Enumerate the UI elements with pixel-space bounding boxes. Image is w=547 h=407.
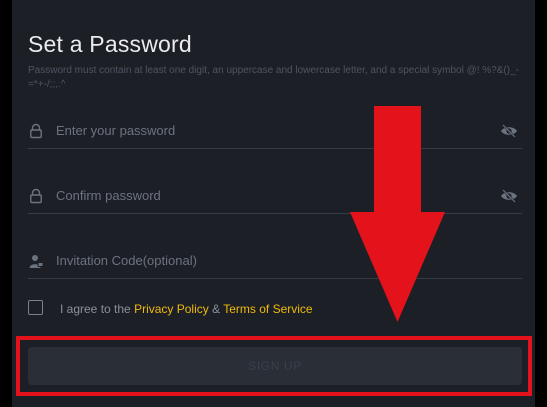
password-requirements-text: Password must contain at least one digit… xyxy=(28,65,519,90)
agree-prefix-text: I agree to the xyxy=(60,302,131,316)
confirm-password-field[interactable]: Confirm password xyxy=(28,179,522,214)
password-placeholder: Enter your password xyxy=(56,123,176,138)
ampersand-text: & xyxy=(212,302,221,316)
lock-icon xyxy=(30,123,42,139)
invitation-code-field[interactable]: Invitation Code(optional) xyxy=(28,244,522,279)
user-icon xyxy=(29,255,44,268)
confirm-password-placeholder: Confirm password xyxy=(56,188,161,203)
eye-off-icon[interactable] xyxy=(500,124,518,138)
privacy-policy-link[interactable]: Privacy Policy xyxy=(134,302,209,316)
password-field[interactable]: Enter your password xyxy=(28,114,522,149)
eye-off-icon[interactable] xyxy=(500,189,518,203)
lock-icon xyxy=(30,188,42,204)
sign-up-button[interactable]: SIGN UP xyxy=(28,347,522,385)
invitation-code-placeholder: Invitation Code(optional) xyxy=(56,253,197,268)
agree-checkbox[interactable] xyxy=(28,300,43,315)
page-title: Set a Password xyxy=(28,31,192,57)
terms-of-service-link[interactable]: Terms of Service xyxy=(223,302,312,316)
